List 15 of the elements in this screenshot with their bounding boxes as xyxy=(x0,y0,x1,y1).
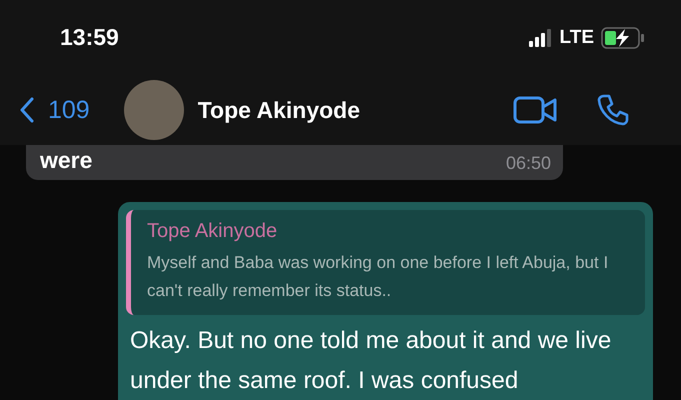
quoted-author: Tope Akinyode xyxy=(147,220,278,243)
network-label: LTE xyxy=(560,26,594,48)
back-button[interactable]: 109 xyxy=(20,96,90,124)
battery-charging-icon xyxy=(601,26,645,48)
back-chevron-icon xyxy=(20,97,34,123)
video-call-icon[interactable] xyxy=(513,96,557,124)
clock-time: 13:59 xyxy=(60,24,119,51)
message-time: 06:50 xyxy=(506,153,551,174)
signal-icon xyxy=(528,28,553,46)
quoted-message[interactable]: Tope Akinyode Myself and Baba was working on one before I left Abuja, but I can't really remember its status.. xyxy=(126,210,645,315)
contact-name[interactable]: Tope Akinyode xyxy=(198,96,360,124)
message-text: Okay. But no one told me about it and we live under the same roof. I was confused xyxy=(129,326,612,396)
message-text: were xyxy=(40,147,92,174)
phone-call-icon[interactable] xyxy=(597,94,629,126)
quoted-text: Myself and Baba was working on one before I left Abuja, but I can't really remember its status.. xyxy=(147,252,610,302)
